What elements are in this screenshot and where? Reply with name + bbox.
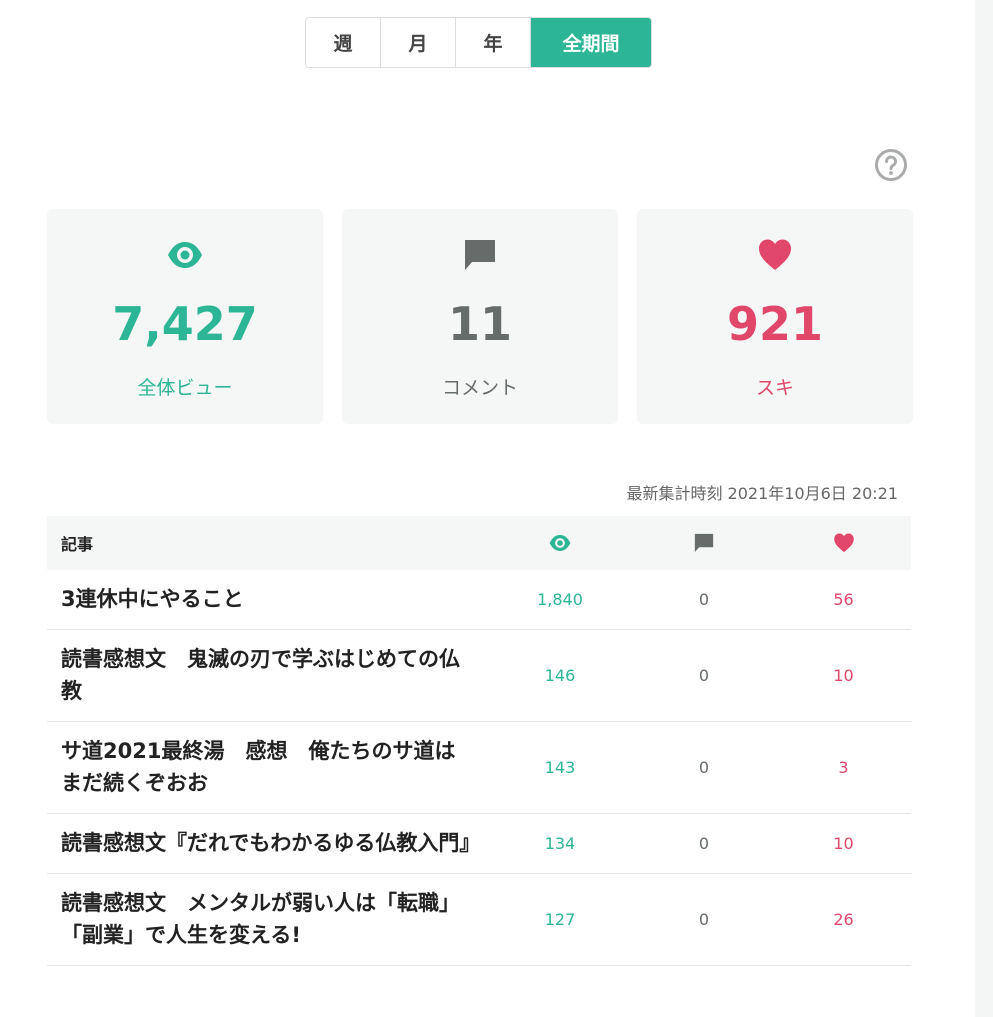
eye-icon [168,242,202,268]
views-card: 7,427 全体ビュー [47,209,323,424]
comments-card: 11 コメント [342,209,618,424]
eye-icon [549,535,571,551]
article-views: 127 [544,910,576,929]
article-comments: 0 [698,758,710,777]
tab-year[interactable]: 年 [456,18,531,67]
article-views: 143 [544,758,576,777]
comment-icon [694,533,714,553]
article-title-link[interactable]: 3連休中にやること [47,570,488,629]
tab-week[interactable]: 週 [306,18,381,67]
tab-all-time[interactable]: 全期間 [531,18,651,67]
table-header: 記事 [47,516,911,570]
column-header-views [488,532,632,554]
article-title-link[interactable]: 読書感想文 鬼滅の刃で学ぶはじめての仏教 [47,630,488,721]
scrollbar-track[interactable] [975,0,993,1017]
article-views: 146 [544,666,576,685]
heart-icon [759,239,791,270]
article-title-link[interactable]: サ道2021最終湯 感想 俺たちのサ道はまだ続くぞおお [47,722,488,813]
tab-month[interactable]: 月 [381,18,456,67]
views-label: 全体ビュー [137,377,233,399]
comments-total: 11 [447,297,512,351]
likes-total: 921 [726,297,824,351]
stats-page: 週 月 年 全期間 7,427 全体ビュー 11 コメント 921 スキ 最新集… [0,0,993,1017]
article-title-link[interactable]: 読書感想文 メンタルが弱い人は「転職」「副業」で人生を変える! [47,874,488,965]
article-likes: 10 [833,666,854,685]
heart-icon [833,533,854,553]
article-likes: 10 [833,834,854,853]
column-header-likes [776,532,911,554]
article-views: 134 [544,834,576,853]
stat-cards: 7,427 全体ビュー 11 コメント 921 スキ [47,209,913,424]
article-likes: 56 [833,590,854,609]
article-views: 1,840 [537,590,583,609]
article-comments: 0 [698,910,710,929]
table-row: 読書感想文 鬼滅の刃で学ぶはじめての仏教 146 0 10 [47,630,911,722]
article-comments: 0 [698,834,710,853]
table-row: 3連休中にやること 1,840 0 56 [47,570,911,630]
table-row: 読書感想文『だれでもわかるゆる仏教入門』 134 0 10 [47,814,911,874]
article-likes: 3 [838,758,849,777]
period-tabs: 週 月 年 全期間 [305,17,652,68]
table-row: 読書感想文 メンタルが弱い人は「転職」「副業」で人生を変える! 127 0 26 [47,874,911,966]
articles-table: 記事 3連休中にやること 1,840 0 56 読書感想文 鬼滅の刃で学ぶはじめ… [47,516,911,966]
article-title-link[interactable]: 読書感想文『だれでもわかるゆる仏教入門』 [47,814,488,873]
likes-card: 921 スキ [637,209,913,424]
article-comments: 0 [698,590,710,609]
comments-label: コメント [441,377,518,399]
last-updated-text: 最新集計時刻 2021年10月6日 20:21 [626,484,898,503]
help-icon[interactable] [874,148,908,182]
article-likes: 26 [833,910,854,929]
likes-label: スキ [755,377,794,399]
views-total: 7,427 [112,297,258,351]
table-row: サ道2021最終湯 感想 俺たちのサ道はまだ続くぞおお 143 0 3 [47,722,911,814]
column-header-comments [632,532,776,554]
column-header-article: 記事 [61,535,94,554]
article-comments: 0 [698,666,710,685]
comment-icon [465,240,495,270]
